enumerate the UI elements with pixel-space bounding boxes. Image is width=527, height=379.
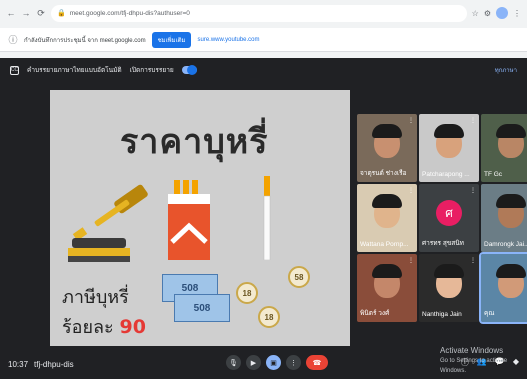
participant-tile[interactable]: ศ ⋮ ศารทร สุขสนิท [419, 184, 479, 252]
participant-options-icon[interactable]: ⋮ [470, 257, 476, 264]
participant-name: Wattana Pornp... [360, 241, 409, 248]
more-options-icon[interactable]: ⋮ [286, 355, 301, 370]
learn-more-button[interactable]: ชมเพิ่มเติม [151, 31, 192, 48]
participant-hair [434, 124, 464, 138]
captions-toggle[interactable] [181, 65, 197, 75]
call-controls: 🎙 ▶ ▣ ⋮ ☎ [226, 355, 328, 370]
tax-rate: ร้อยละ 90 [62, 312, 146, 341]
cigarette-icon [263, 176, 271, 260]
info-icon: ⓘ [8, 35, 18, 45]
participant-tile[interactable]: ⋮คุณ [479, 252, 527, 324]
tax-rate-prefix: ร้อยละ [62, 317, 114, 338]
participant-name: TF Gc [484, 171, 503, 178]
captions-settings-link[interactable]: ทุกภาษา [495, 65, 517, 75]
captions-language-label[interactable]: คำบรรยายภาษาไทยแบบอัตโนมัติ [27, 65, 122, 75]
address-row: ← → ⟳ 🔒 meet.google.com/tfj-dhpu-dis?aut… [0, 0, 527, 26]
captions-toggle-label: เปิดการบรรยาย [129, 67, 174, 74]
participant-initial-avatar: ศ [436, 200, 462, 226]
captions-bar: CC คำบรรยายภาษาไทยแบบอัตโนมัติ เปิดการบร… [0, 62, 527, 78]
reload-icon[interactable]: ⟳ [36, 8, 46, 19]
cigarette-pack-icon [168, 180, 210, 260]
profile-avatar[interactable] [496, 7, 508, 19]
participant-name: Damrongk Jai... [484, 241, 527, 248]
present-screen-icon[interactable]: ▣ [266, 355, 281, 370]
forward-icon[interactable]: → [21, 8, 31, 18]
end-call-button[interactable]: ☎ [306, 355, 328, 370]
participant-options-icon[interactable]: ⋮ [408, 257, 414, 264]
camera-icon[interactable]: ▶ [246, 355, 261, 370]
microphone-icon[interactable]: 🎙 [226, 355, 241, 370]
coin: 18 [236, 282, 258, 304]
recording-notice-bar: ⓘ กำลังบันทึกการประชุมนี้ จาก meet.googl… [0, 28, 527, 52]
participant-tile[interactable]: ⋮TF Gc [481, 114, 527, 182]
star-icon[interactable]: ☆ [472, 9, 479, 18]
watermark-subtitle: Go to Settings to activate Windows. [440, 358, 508, 374]
participant-options-icon[interactable]: ⋮ [470, 117, 476, 124]
participant-hair [372, 194, 402, 208]
participant-hair [496, 264, 526, 278]
menu-icon[interactable]: ⋮ [513, 9, 521, 18]
participant-name: จาตุรนต์ ช่างเรือ [360, 170, 407, 177]
bill-note: 508 [174, 294, 230, 322]
participant-hair [372, 264, 402, 278]
meeting-time: 10:37 [8, 360, 29, 369]
participant-name: พินิตร์ วงศ์ [360, 310, 390, 317]
participant-hair [434, 264, 464, 278]
participant-tile[interactable]: ⋮ จาตุรนต์ ช่างเรือ [357, 114, 417, 182]
tax-rate-value: 90 [119, 316, 146, 338]
extensions-icon[interactable]: ⚙ [484, 9, 491, 18]
participant-hair [496, 124, 526, 138]
presentation-slide: ราคาบุหรี่ ภาษีบุหรี่ ร้อยละ 90 508 508 … [50, 90, 350, 346]
browser-chrome: ← → ⟳ 🔒 meet.google.com/tfj-dhpu-dis?aut… [0, 0, 527, 58]
coin: 58 [288, 266, 310, 288]
lock-icon: 🔒 [57, 10, 66, 17]
participant-options-icon[interactable]: ⋮ [470, 187, 476, 194]
participant-tile[interactable]: ⋮ Wattana Pornp... [357, 184, 417, 252]
activate-windows-watermark: Activate Windows Go to Settings to activ… [440, 346, 527, 376]
coin: 18 [258, 306, 280, 328]
recording-notice-text: กำลังบันทึกการประชุมนี้ จาก meet.google.… [24, 37, 146, 44]
participant-hair [372, 124, 402, 138]
participant-name: ศารทร สุขสนิท [422, 240, 464, 247]
participant-name: Nanthiga Jain [422, 311, 462, 318]
watermark-title: Activate Windows [440, 346, 504, 355]
captions-icon[interactable]: CC [10, 65, 19, 75]
participant-hair [496, 194, 526, 208]
url-bar[interactable]: 🔒 meet.google.com/tfj-dhpu-dis?authuser=… [51, 4, 467, 22]
participant-tile[interactable]: ⋮ พินิตร์ วงศ์ [357, 254, 417, 322]
url-text: meet.google.com/tfj-dhpu-dis?authuser=0 [69, 9, 190, 17]
tax-label: ภาษีบุหรี่ [62, 287, 129, 308]
back-icon[interactable]: ← [6, 8, 16, 18]
participant-name: Patcharapong ... [422, 171, 470, 178]
participant-tile[interactable]: ⋮ Nanthiga Jain [419, 254, 479, 322]
slide-title: ราคาบุหรี่ [120, 122, 269, 162]
participant-name: คุณ [484, 310, 495, 317]
participant-tile[interactable]: ⋮Damrongk Jai... [481, 184, 527, 252]
meeting-code[interactable]: tfj-dhpu-dis [34, 360, 74, 369]
participant-tile[interactable]: ⋮ Patcharapong ... [419, 114, 479, 182]
participant-options-icon[interactable]: ⋮ [408, 187, 414, 194]
notice-link[interactable]: sure.www.youtube.com [197, 37, 259, 43]
gavel-block-icon [68, 238, 130, 262]
participant-options-icon[interactable]: ⋮ [408, 117, 414, 124]
